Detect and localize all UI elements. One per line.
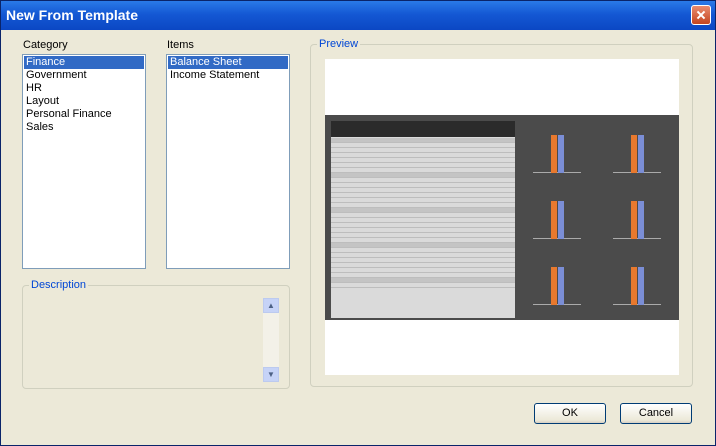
preview-mini-bar xyxy=(551,201,557,239)
preview-mini-chart xyxy=(601,187,675,247)
preview-mini-chart xyxy=(601,121,675,181)
preview-mini-chart xyxy=(521,187,595,247)
category-item-sales[interactable]: Sales xyxy=(24,121,144,134)
preview-mini-chart xyxy=(521,253,595,313)
scroll-down-icon[interactable]: ▼ xyxy=(263,367,279,382)
preview-sheet-header xyxy=(331,121,515,137)
window-title: New From Template xyxy=(6,7,138,23)
preview-mini-chart xyxy=(601,253,675,313)
item-balance-sheet[interactable]: Balance Sheet xyxy=(168,56,288,69)
preview-mini-bar xyxy=(551,135,557,173)
preview-thumbnail xyxy=(325,115,679,320)
preview-mini-axis xyxy=(533,238,581,239)
preview-mini-axis xyxy=(613,304,661,305)
preview-mini-bar xyxy=(558,135,564,173)
description-group: Description ▲ ▼ xyxy=(22,279,290,389)
scroll-up-icon[interactable]: ▲ xyxy=(263,298,279,313)
category-item-government[interactable]: Government xyxy=(24,69,144,82)
preview-mini-bar xyxy=(631,267,637,305)
description-scrollbar[interactable]: ▲ ▼ xyxy=(263,298,279,382)
preview-mini-bar xyxy=(638,201,644,239)
preview-label: Preview xyxy=(317,38,361,50)
category-item-finance[interactable]: Finance xyxy=(24,56,144,69)
preview-mini-axis xyxy=(533,304,581,305)
preview-mini-bar xyxy=(631,201,637,239)
category-label: Category xyxy=(23,39,68,51)
category-listbox[interactable]: Finance Government HR Layout Personal Fi… xyxy=(22,54,146,269)
preview-canvas xyxy=(325,59,679,375)
preview-mini-bar xyxy=(558,267,564,305)
preview-mini-axis xyxy=(613,172,661,173)
close-icon[interactable] xyxy=(691,5,711,25)
new-from-template-dialog: New From Template Category Finance Gover… xyxy=(0,0,716,446)
items-label: Items xyxy=(167,39,194,51)
preview-mini-chart xyxy=(521,121,595,181)
ok-button[interactable]: OK xyxy=(534,403,606,424)
preview-mini-axis xyxy=(533,172,581,173)
preview-mini-bar xyxy=(551,267,557,305)
preview-group: Preview xyxy=(310,38,693,387)
description-text-area xyxy=(31,298,281,382)
preview-sheet-rows xyxy=(331,138,515,288)
preview-mini-bar xyxy=(631,135,637,173)
preview-charts xyxy=(521,121,675,314)
preview-sheet-row xyxy=(331,283,515,288)
preview-mini-bar xyxy=(638,135,644,173)
title-bar: New From Template xyxy=(1,1,715,30)
cancel-button[interactable]: Cancel xyxy=(620,403,692,424)
category-item-hr[interactable]: HR xyxy=(24,82,144,95)
items-listbox[interactable]: Balance Sheet Income Statement xyxy=(166,54,290,269)
category-item-layout[interactable]: Layout xyxy=(24,95,144,108)
item-income-statement[interactable]: Income Statement xyxy=(168,69,288,82)
preview-mini-axis xyxy=(613,238,661,239)
preview-sheet xyxy=(331,121,515,318)
preview-mini-bar xyxy=(558,201,564,239)
category-item-personal-finance[interactable]: Personal Finance xyxy=(24,108,144,121)
description-label: Description xyxy=(29,279,89,291)
preview-mini-bar xyxy=(638,267,644,305)
